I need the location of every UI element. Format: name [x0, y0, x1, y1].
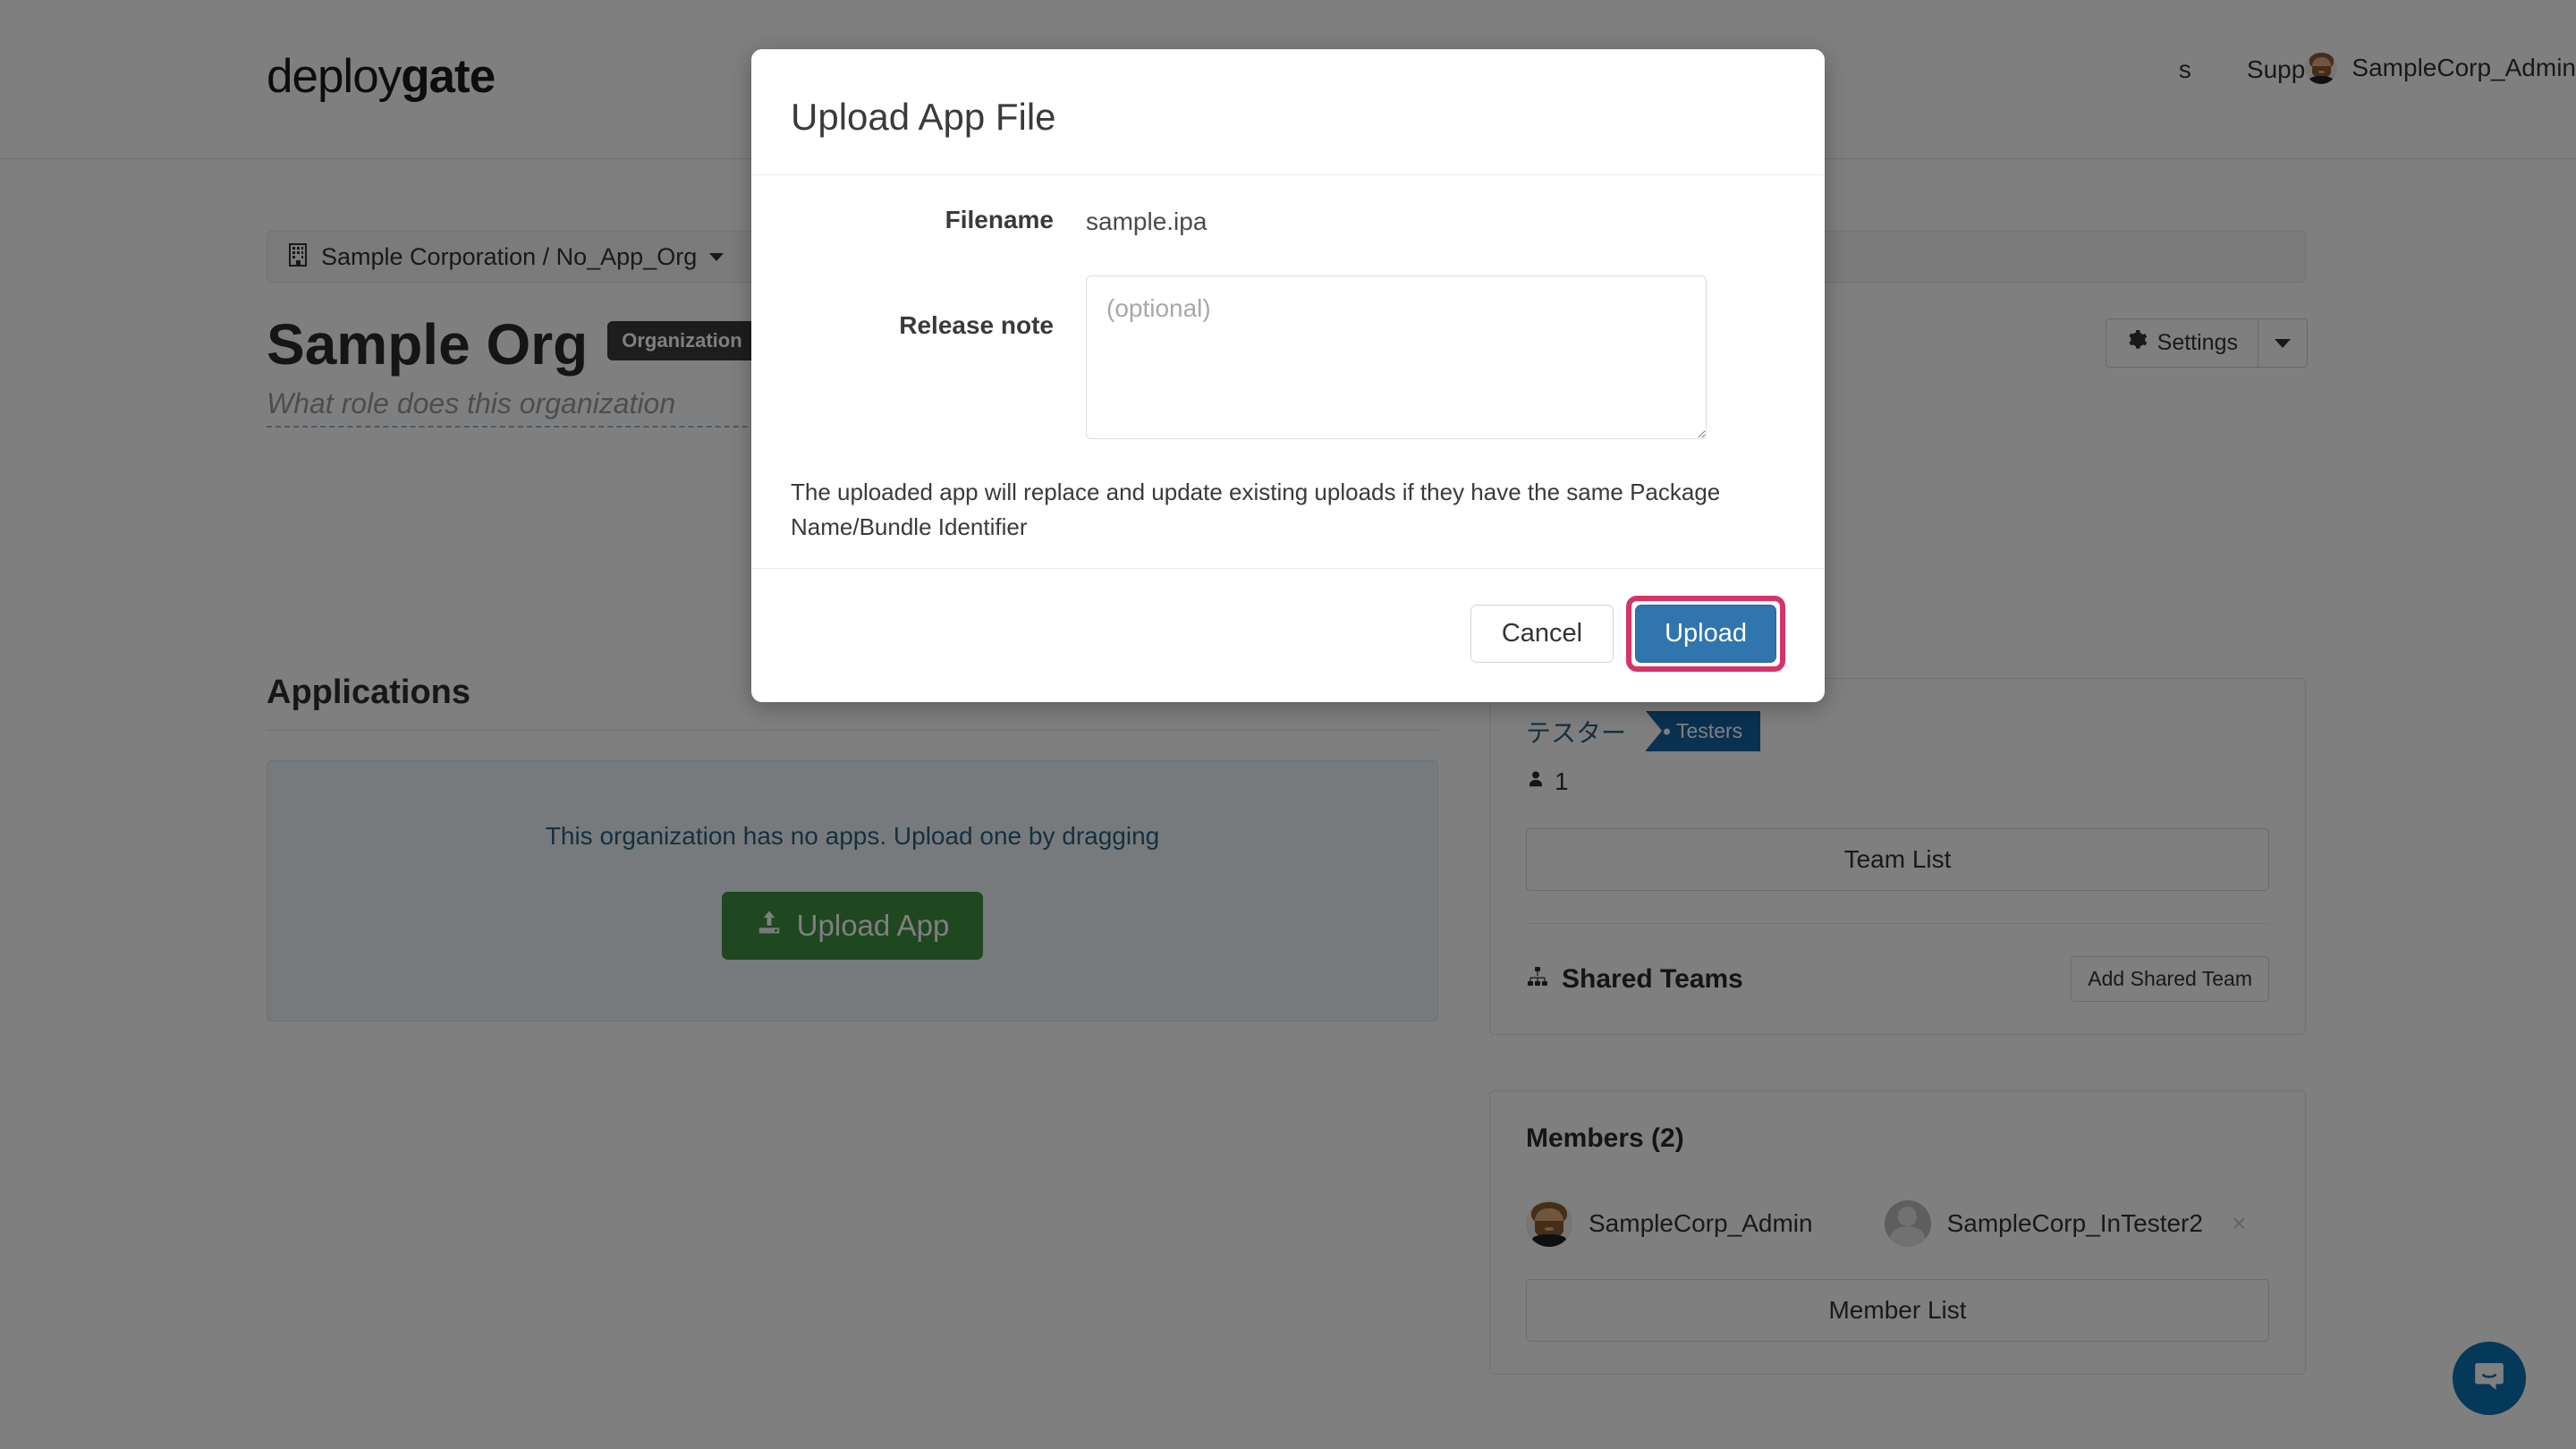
upload-app-file-dialog: Upload App File Filename sample.ipa Rele…: [751, 49, 1825, 702]
cancel-button[interactable]: Cancel: [1470, 605, 1614, 663]
dialog-hint-text: The uploaded app will replace and update…: [791, 479, 1721, 540]
dialog-header: Upload App File: [751, 49, 1825, 175]
dialog-title: Upload App File: [791, 96, 1056, 138]
release-note-label: Release note: [899, 311, 1054, 339]
upload-button-highlight-ring: Upload: [1626, 596, 1785, 672]
filename-value: sample.ipa: [1086, 208, 1208, 235]
dialog-footer: Cancel Upload: [751, 568, 1825, 702]
filename-label: Filename: [945, 206, 1054, 233]
release-note-textarea[interactable]: [1086, 275, 1707, 439]
upload-button[interactable]: Upload: [1635, 605, 1776, 663]
release-note-row: Release note: [791, 275, 1785, 439]
filename-row: Filename sample.ipa: [791, 206, 1785, 236]
dialog-body: Filename sample.ipa Release note The upl…: [751, 175, 1825, 568]
